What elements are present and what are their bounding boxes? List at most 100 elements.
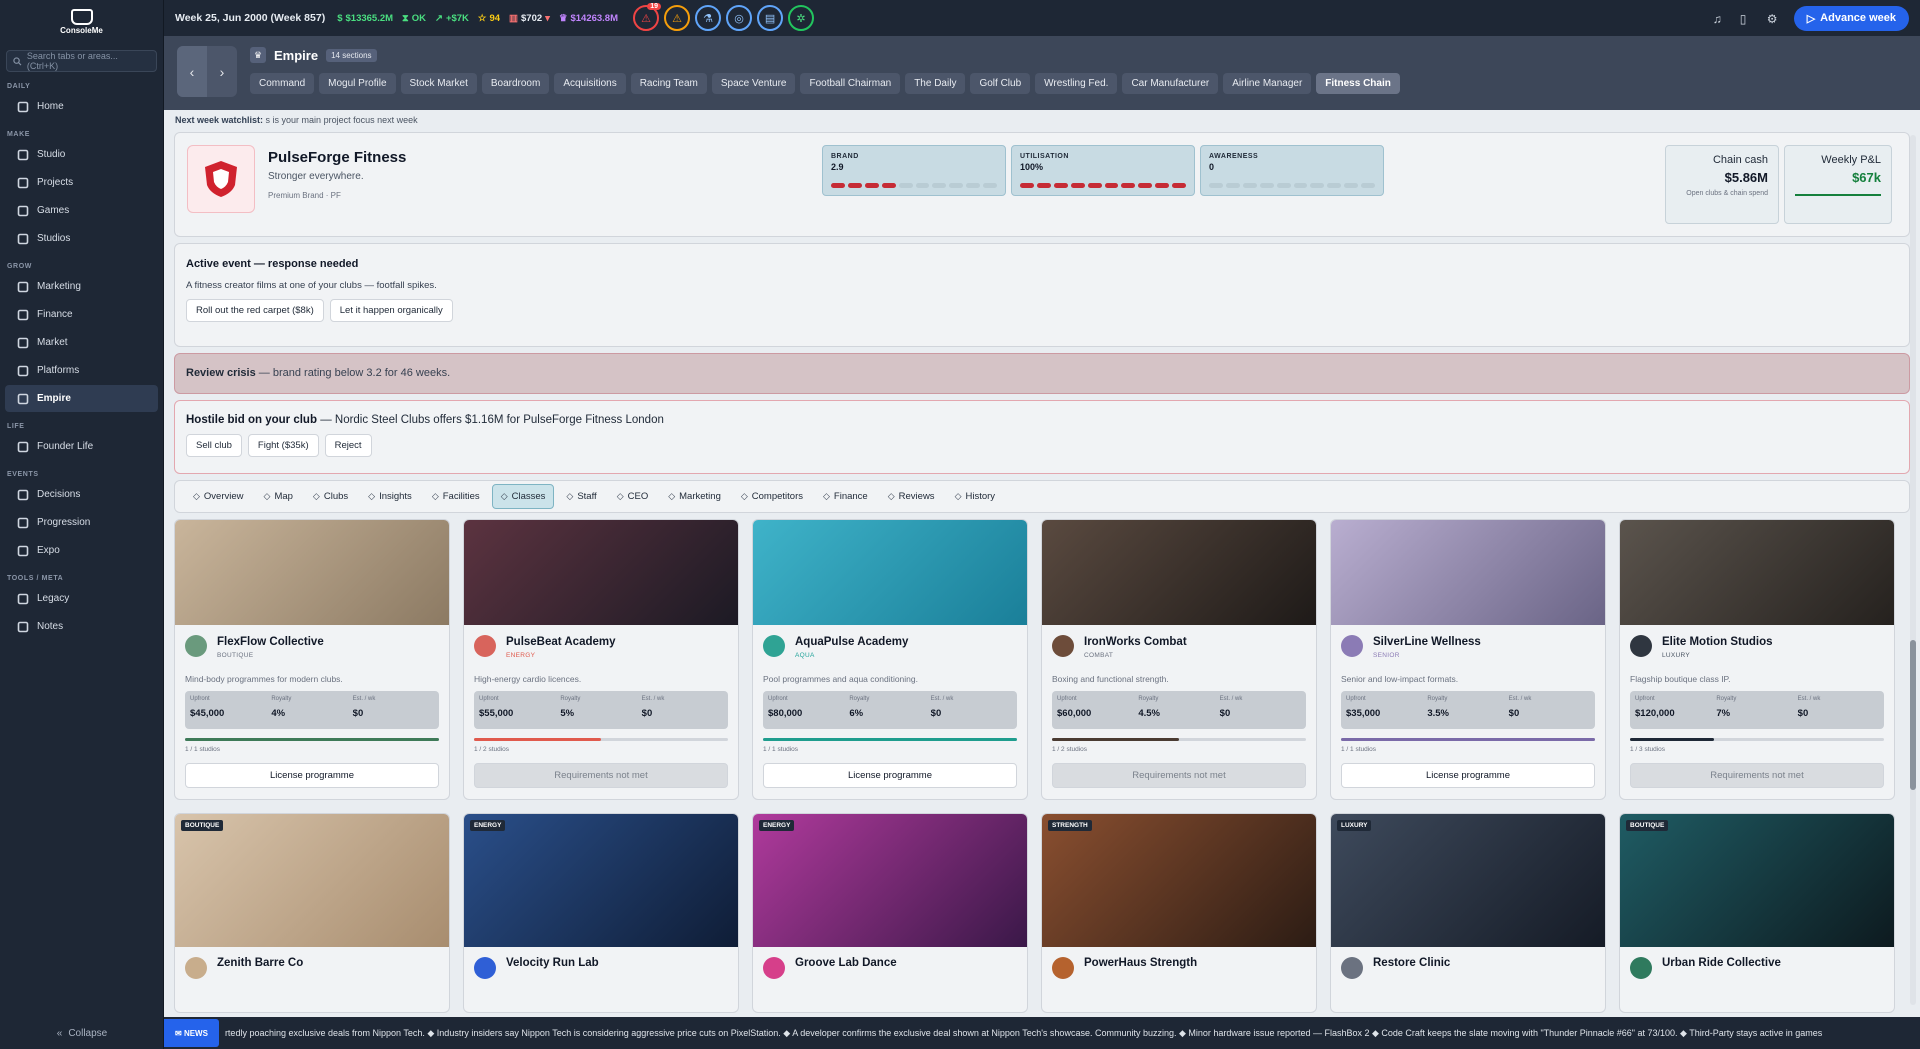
programme-image: STRENGTH [1042,814,1316,947]
sidebar-item-notes[interactable]: Notes [5,613,158,640]
sidebar-item-expo[interactable]: Expo [5,537,158,564]
tab-wrestling-fed-[interactable]: Wrestling Fed. [1035,73,1118,94]
programme-card[interactable]: STRENGTH PowerHaus Strength [1041,813,1317,1013]
programme-card[interactable]: BOUTIQUE Zenith Barre Co [174,813,450,1013]
programme-card[interactable]: SilverLine Wellness SENIOR Senior and low-… [1330,519,1606,800]
tab-stock-market[interactable]: Stock Market [400,73,477,94]
sidebar-item-decisions[interactable]: Decisions [5,481,158,508]
tab-mogul-profile[interactable]: Mogul Profile [319,73,396,94]
sidebar-item-legacy[interactable]: Legacy [5,585,158,612]
megaphone-icon [17,281,29,292]
map-icon: ◇ [263,491,271,501]
programme-card[interactable]: LUXURY Restore Clinic [1330,813,1606,1013]
subtab-label: Marketing [679,491,721,502]
sidebar-item-games[interactable]: Games [5,197,158,224]
event-option-button[interactable]: Let it happen organically [329,299,453,322]
app-logo[interactable]: ConsoleMe [0,0,163,44]
sidebar-item-studios[interactable]: Studios [5,225,158,252]
sidebar-item-empire[interactable]: Empire [5,385,158,412]
studios-count: 1 / 1 studios [1341,746,1377,753]
category-tag: ENERGY [470,820,506,831]
metric-bar-segment [1327,183,1342,188]
tab-golf-club[interactable]: Golf Club [970,73,1031,94]
camera-button[interactable]: ◎ [726,5,753,31]
license-programme-button[interactable]: License programme [1341,763,1595,788]
subtab-facilities[interactable]: ◇ Facilities [424,485,488,508]
subtab-staff[interactable]: ◇ Staff [558,485,604,508]
sidebar-section-title: DAILY [7,83,31,90]
sidebar-item-platforms[interactable]: Platforms [5,357,158,384]
scrollbar-thumb[interactable] [1910,640,1916,790]
sidebar-item-marketing[interactable]: Marketing [5,273,158,300]
term-royalty: Royalty 5% [560,696,641,724]
tab-acquisitions[interactable]: Acquisitions [554,73,626,94]
scrollbar[interactable] [1910,135,1916,1005]
subtab-competitors[interactable]: ◇ Competitors [733,485,811,508]
studios-count: 1 / 3 studios [1630,746,1666,753]
subtab-history[interactable]: ◇ History [947,485,1003,508]
hostile-bid-card: Hostile bid on your club — Nordic Steel … [174,400,1910,474]
sparkle-button[interactable]: ✲ [788,5,815,31]
gear-icon[interactable]: ⚙ [1767,12,1780,26]
collapse-button[interactable]: «Collapse [0,1017,164,1049]
programme-card[interactable]: IronWorks Combat COMBAT Boxing and functio… [1041,519,1317,800]
sidebar-item-projects[interactable]: Projects [5,169,158,196]
metric-bar [1020,183,1187,188]
decisions-button[interactable]: ⚠ [664,5,691,31]
subtab-finance[interactable]: ◇ Finance [815,485,876,508]
book-icon[interactable]: ▯ [1740,12,1753,26]
tab-fitness-chain[interactable]: Fitness Chain [1316,73,1400,94]
subtab-marketing[interactable]: ◇ Marketing [660,485,729,508]
alerts-button[interactable]: ⚠ 19 [633,3,662,31]
music-icon[interactable]: ♫ [1713,12,1726,26]
advance-week-button[interactable]: ▷ Advance week [1793,5,1909,31]
term-value: $0 [641,708,653,719]
subtab-insights[interactable]: ◇ Insights [360,485,420,508]
tab-space-venture[interactable]: Space Venture [711,73,796,94]
back-button[interactable]: ‹ [177,46,207,97]
event-option-button[interactable]: Roll out the red carpet ($8k) [186,299,324,322]
license-programme-button[interactable]: License programme [185,763,439,788]
programme-card[interactable]: FlexFlow Collective BOUTIQUE Mind-body pro… [174,519,450,800]
subtab-overview[interactable]: ◇ Overview [185,485,252,508]
chevron-right-icon: › [219,63,225,80]
term-value: $0 [1797,708,1809,719]
subtab-clubs[interactable]: ◇ Clubs [305,485,356,508]
programme-card[interactable]: ENERGY Groove Lab Dance [752,813,1028,1013]
tab-football-chairman[interactable]: Football Chairman [800,73,901,94]
research-button[interactable]: ⚗ [695,5,722,31]
license-programme-button[interactable]: License programme [763,763,1017,788]
hostile-option-button[interactable]: Fight ($35k) [247,434,319,457]
tab-boardroom[interactable]: Boardroom [481,73,550,94]
calendar-button[interactable]: ▤ [757,5,784,31]
sidebar-item-label: Platforms [37,365,80,376]
programme-card[interactable]: BOUTIQUE Urban Ride Collective [1619,813,1895,1013]
programme-card[interactable]: Elite Motion Studios LUXURY Flagship bouti… [1619,519,1895,800]
tab-airline-manager[interactable]: Airline Manager [1223,73,1312,94]
forward-button[interactable]: › [207,46,237,97]
hostile-option-button[interactable]: Sell club [186,434,242,457]
sidebar-search-input[interactable]: Search tabs or areas... (Ctrl+K) [6,50,157,72]
tab-command[interactable]: Command [250,73,315,94]
programme-card[interactable]: PulseBeat Academy ENERGY High-energy cardi… [463,519,739,800]
sidebar-item-founder-life[interactable]: Founder Life [5,433,158,460]
tab-the-daily[interactable]: The Daily [905,73,966,94]
subtab-classes[interactable]: ◇ Classes [491,484,555,509]
programme-card[interactable]: ENERGY Velocity Run Lab [463,813,739,1013]
sidebar-item-progression[interactable]: Progression [5,509,158,536]
sidebar-item-finance[interactable]: Finance [5,301,158,328]
subtab-reviews[interactable]: ◇ Reviews [880,485,943,508]
subtab-map[interactable]: ◇ Map [256,485,301,508]
subtab-ceo[interactable]: ◇ CEO [609,485,657,508]
tab-car-manufacturer[interactable]: Car Manufacturer [1122,73,1219,94]
programme-description: Flagship boutique class IP. [1630,674,1731,684]
metric-bar-segment [831,183,845,188]
tab-racing-team[interactable]: Racing Team [630,73,707,94]
hostile-option-button[interactable]: Reject [324,434,372,457]
programme-card[interactable]: AquaPulse Academy AQUA Pool programmes and… [752,519,1028,800]
programme-terms: Upfront $60,000 Royalty 4.5% Est. / wk $0 [1052,691,1306,729]
sidebar-item-home[interactable]: Home [5,93,158,120]
sidebar-item-studio[interactable]: Studio [5,141,158,168]
sidebar-item-market[interactable]: Market [5,329,158,356]
metric-bar-segment [1087,183,1102,188]
